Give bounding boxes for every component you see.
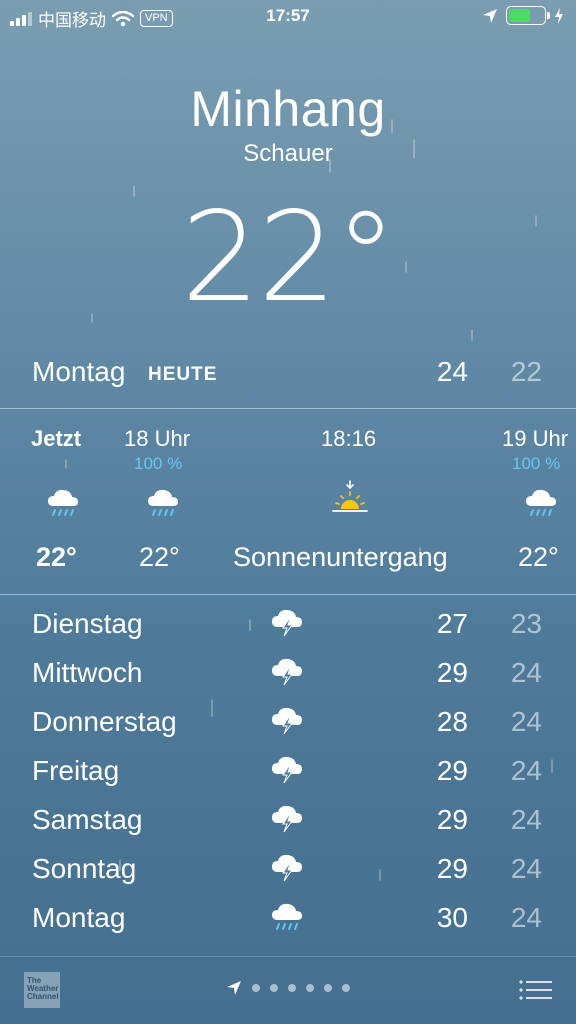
daily-low: 24: [510, 804, 542, 835]
daily-high: 29: [436, 804, 468, 835]
daily-high: 29: [436, 657, 468, 688]
daily-row: Samstag 29 24: [32, 796, 544, 845]
thunderstorm-icon: [272, 707, 302, 735]
page-dot[interactable]: [324, 984, 332, 992]
today-tag: HEUTE: [148, 364, 218, 385]
daily-high: 29: [436, 853, 468, 884]
thunderstorm-icon: [272, 609, 302, 637]
daily-row: Montag 30 24: [32, 894, 544, 943]
thunderstorm-icon: [272, 756, 302, 784]
daily-row: Mittwoch 29 24: [32, 649, 544, 698]
hour-temp: 22°: [139, 542, 180, 572]
rain-cloud-icon: [48, 489, 78, 516]
divider-bottom: [0, 594, 576, 595]
thunderstorm-icon: [272, 805, 302, 833]
hour-precip: 100 %: [134, 454, 183, 473]
today-low: 22: [510, 356, 542, 387]
daily-high: 30: [436, 902, 468, 933]
hour-temp: 22°: [518, 542, 559, 572]
daily-low: 24: [510, 755, 542, 786]
status-bar: 中国移动 VPN 17:57: [0, 0, 576, 34]
hour-temp: 22°: [36, 542, 77, 572]
daily-high: 27: [436, 608, 468, 639]
page-dot[interactable]: [270, 984, 278, 992]
rain-cloud-icon: [148, 489, 178, 516]
city-name: Minhang: [190, 81, 386, 137]
current-condition: Schauer: [243, 140, 333, 167]
daily-low: 24: [510, 706, 542, 737]
daily-low: 24: [510, 657, 542, 688]
today-row: Montag HEUTE 24 22: [32, 350, 544, 394]
daily-day: Mittwoch: [32, 657, 143, 688]
hour-precip: 100 %: [512, 454, 561, 473]
page-indicator[interactable]: [226, 980, 350, 996]
rain-cloud-icon: [526, 489, 556, 516]
thunderstorm-icon: [272, 658, 302, 686]
daily-row: Sonntag 29 24: [32, 845, 544, 894]
location-arrow-icon: [483, 8, 497, 23]
list-icon[interactable]: [518, 978, 552, 1002]
daily-low: 24: [510, 853, 542, 884]
daily-low: 24: [510, 902, 542, 933]
hour-label: 18:16: [321, 426, 377, 451]
daily-row: Donnerstag 28 24: [32, 698, 544, 747]
divider-top: [0, 408, 576, 409]
daily-row: Dienstag 27 23: [32, 600, 544, 649]
daily-row: Freitag 29 24: [32, 747, 544, 796]
weather-channel-logo[interactable]: The Weather Channel: [24, 972, 60, 1008]
daily-forecast: Dienstag 27 23 Mittwoch 29 24 Donnerstag…: [32, 600, 544, 943]
page-dot[interactable]: [252, 984, 260, 992]
daily-day: Dienstag: [32, 608, 143, 639]
daily-day: Montag: [32, 902, 126, 933]
current-location-icon[interactable]: [226, 980, 242, 996]
daily-day: Donnerstag: [32, 706, 177, 737]
daily-high: 29: [436, 755, 468, 786]
current-temperature: 22°: [181, 186, 397, 330]
hour-label: 18 Uhr: [124, 426, 191, 451]
thunderstorm-icon: [272, 854, 302, 882]
page-dot[interactable]: [342, 984, 350, 992]
charging-bolt-icon: [555, 7, 563, 24]
bottom-toolbar: The Weather Channel: [0, 956, 576, 1024]
daily-day: Sonntag: [32, 853, 137, 884]
page-dot[interactable]: [288, 984, 296, 992]
page-dot[interactable]: [306, 984, 314, 992]
hour-temp: Sonnenuntergang: [233, 542, 448, 572]
daily-high: 28: [436, 706, 468, 737]
hour-label: 19 Uhr: [502, 426, 569, 451]
sunset-icon: [332, 480, 368, 512]
daily-low: 23: [510, 608, 542, 639]
today-high: 24: [436, 356, 468, 387]
daily-day: Freitag: [32, 755, 120, 786]
hourly-forecast[interactable]: Jetzt 22° 18 Uhr 100 % 22° 18:16 Sonnenu…: [0, 410, 576, 594]
status-right: [482, 6, 564, 25]
hour-label: Jetzt: [31, 426, 82, 451]
daily-day: Samstag: [32, 804, 143, 835]
rain-cloud-icon: [272, 903, 302, 930]
battery-icon: [506, 6, 550, 25]
today-day: Montag: [32, 356, 126, 387]
